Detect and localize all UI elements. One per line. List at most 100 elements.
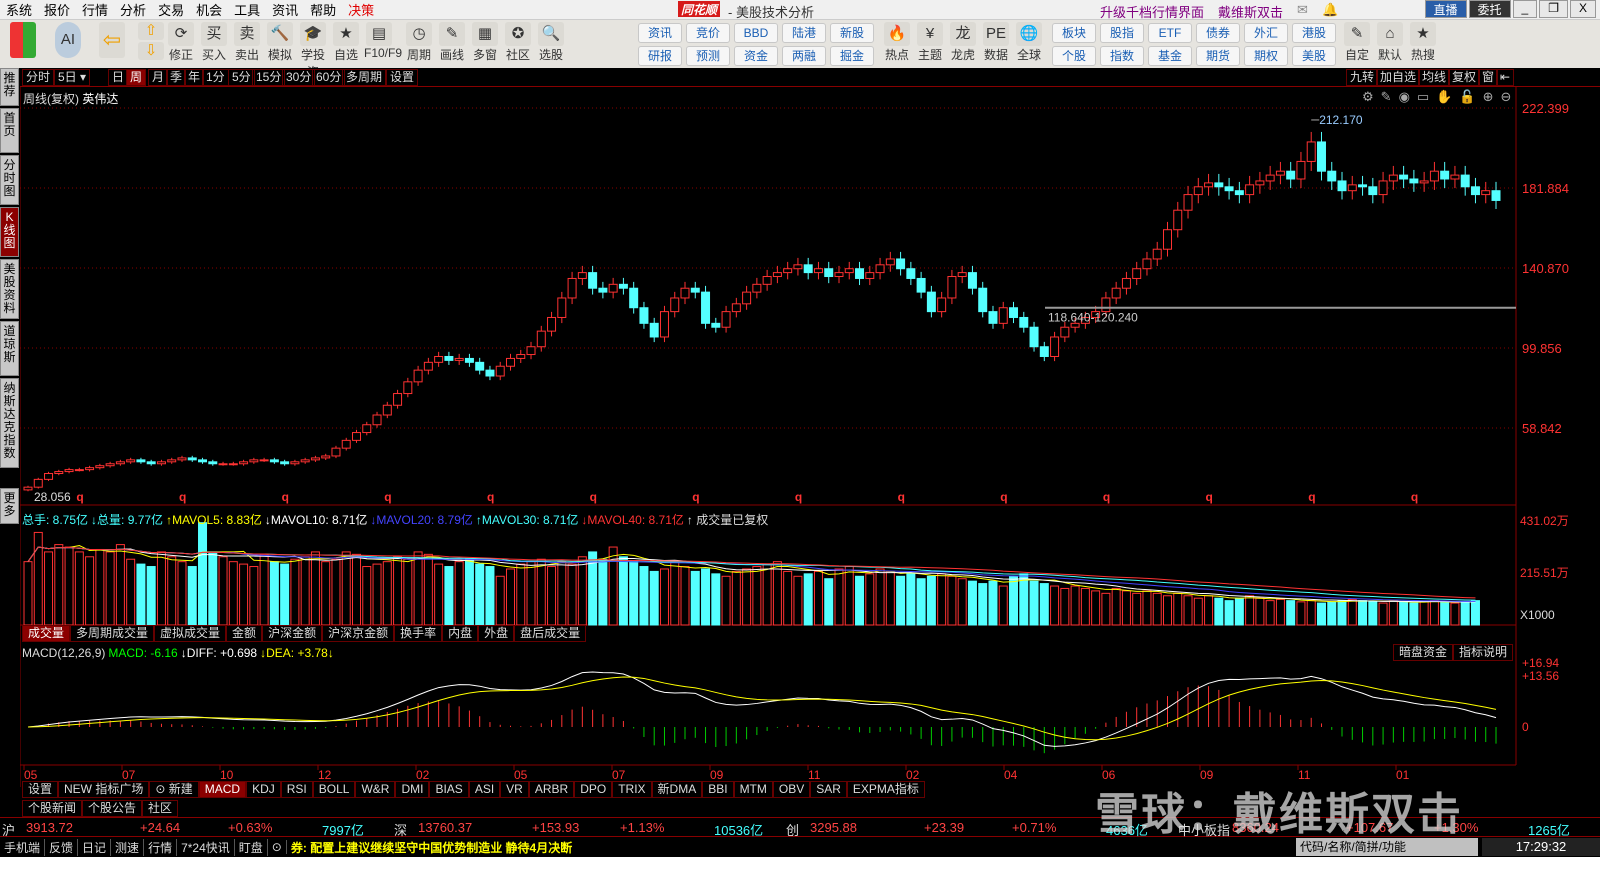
indicator-tab[interactable]: VR [500,781,529,798]
indicator-tab[interactable]: ⊙ 新建 [149,781,199,798]
pen-icon[interactable]: ✎ [1381,89,1399,104]
entrust-button[interactable]: 委托 [1468,0,1511,18]
toolbar-button[interactable]: ¥ 主题 [915,22,945,66]
indicator-tab[interactable]: BOLL [312,781,356,798]
status-item[interactable]: 日记 [78,838,112,856]
volume-tab[interactable]: 沪深京金额 [322,625,395,642]
volume-tab[interactable]: 虚拟成交量 [154,625,227,642]
toolbar-link[interactable]: 预测 [686,46,730,66]
menu-item[interactable]: 资讯 [266,0,304,19]
volume-tab[interactable]: 沪深金额 [262,625,323,642]
period-tab[interactable]: 30分 [282,69,316,86]
indicator-help-button[interactable]: 指标说明 [1453,644,1514,661]
ai-button[interactable]: AI [50,22,86,66]
toolbar-link[interactable]: 期货 [1196,46,1240,66]
toolbar-button[interactable]: ◷ 周期 [404,22,434,66]
period-tab[interactable]: 年 [184,69,205,86]
minimize-button[interactable]: _ [1512,0,1538,18]
toolbar-link[interactable]: BBD [734,23,778,43]
status-item[interactable]: 盯盘 [235,838,268,856]
status-item[interactable]: 手机端 [0,838,46,856]
volume-tab[interactable]: 多周期成交量 [70,625,155,642]
toolbar-button[interactable]: 卖卖出 [232,22,262,66]
news-ticker[interactable]: 券: 配置上建议继续坚守中国优势制造业 静待4月决断 [291,839,572,856]
toolbar-button[interactable]: ✪ 社区 [503,22,533,66]
menu-item[interactable]: 交易 [152,0,190,19]
zoom-in-icon[interactable]: ⊕ [1483,89,1501,104]
status-item[interactable]: 测速 [111,838,145,856]
right-tab[interactable]: ⇤ [1496,69,1515,86]
period-tab[interactable]: 多周期 [342,69,387,86]
indicator-tab[interactable]: ASI [468,781,501,798]
indicator-tab[interactable]: ARBR [528,781,575,798]
toolbar-link[interactable]: 债券 [1196,23,1240,43]
period-tab[interactable]: 分时 [22,69,55,86]
period-tab[interactable]: 月 [148,69,169,86]
back-button[interactable]: ⇦ [94,22,130,66]
status-item[interactable]: 行情 [144,838,178,856]
hand-icon[interactable]: ✋ [1436,89,1459,104]
toolbar-link[interactable]: 竞价 [686,23,730,43]
sidebar-tab[interactable]: K线图 [0,207,19,257]
indicator-tab[interactable]: 新DMA [651,781,703,798]
toolbar-link[interactable]: 外汇 [1244,23,1288,43]
toolbar-link[interactable]: ETF [1148,23,1192,43]
toolbar-link[interactable]: 两融 [782,46,826,66]
toolbar-link[interactable]: 指数 [1100,46,1144,66]
toolbar-button[interactable]: 🌐 全球 [1014,22,1044,66]
toolbar-button[interactable]: ⟳ 修正 [166,22,196,66]
indicator-tab[interactable]: KDJ [246,781,281,798]
volume-tab[interactable]: 内盘 [442,625,479,642]
indicator-tab[interactable]: W&R [355,781,396,798]
status-item[interactable]: 7*24快讯 [177,838,235,856]
period-tab[interactable]: 60分 [312,69,346,86]
toolbar-link[interactable]: 港股 [1292,23,1336,43]
indicator-tab[interactable]: DMI [395,781,430,798]
toolbar-button[interactable]: 🔥 热点 [882,22,912,66]
period-tab[interactable]: 1分 [202,69,229,86]
toolbar-button[interactable]: ✎ 自定 [1342,22,1372,66]
toolbar-button[interactable]: ⌂ 默认 [1375,22,1405,66]
restore-button[interactable]: ❐ [1539,0,1568,18]
menu-item[interactable]: 决策 [342,0,380,19]
sidebar-tab[interactable]: 推荐 [0,68,19,106]
toolbar-button[interactable]: ▦ 多窗 [470,22,500,66]
news-tab[interactable]: 社区 [142,800,179,817]
period-tab[interactable]: 15分 [252,69,286,86]
period-tab[interactable]: 季 [166,69,187,86]
sidebar-tab[interactable]: 纳斯达克指数 [0,378,19,468]
indicator-tab[interactable]: OBV [772,781,811,798]
kline-chart[interactable]: 222.399 181.884 140.870 99.856 58.842 q q q q q q q… [19,87,1600,837]
toolbar-link[interactable]: 美股 [1292,46,1336,66]
right-tab[interactable]: 均线 [1418,69,1451,86]
menu-item[interactable]: 分析 [114,0,152,19]
indicator-tab[interactable]: DPO [574,781,613,798]
indicator-tab[interactable]: RSI [280,781,313,798]
zoom-out-icon[interactable]: ⊖ [1500,89,1518,104]
toolbar-link[interactable]: 陆港 [782,23,826,43]
indicator-tab[interactable]: SAR [810,781,847,798]
settings-icon[interactable]: ⚙ [1362,89,1381,104]
period-tab[interactable]: 周 [126,69,147,86]
right-tab[interactable]: 加自选 [1376,69,1421,86]
news-tab[interactable]: 个股新闻 [22,800,83,817]
toolbar-link[interactable]: 掘金 [830,46,874,66]
toolbar-link[interactable]: 研报 [638,46,682,66]
toolbar-button[interactable]: PE 数据 [981,22,1011,66]
toolbar-link[interactable]: 基金 [1148,46,1192,66]
menu-item[interactable]: 报价 [38,0,76,19]
toolbar-link[interactable]: 板块 [1052,23,1096,43]
toolbar-link[interactable]: 股指 [1100,23,1144,43]
indicator-tab[interactable]: NEW 指标广场 [58,781,150,798]
volume-tab[interactable]: 金额 [226,625,263,642]
menu-item[interactable]: 帮助 [304,0,342,19]
toolbar-link[interactable]: 个股 [1052,46,1096,66]
toolbar-button[interactable]: ★ 热搜 [1408,22,1438,66]
menu-item[interactable]: 行情 [76,0,114,19]
toolbar-button[interactable]: 🎓学投资 [298,22,328,79]
live-button[interactable]: 直播 [1424,0,1467,18]
lock-icon[interactable]: 🔓 [1459,89,1482,104]
toolbar-button[interactable]: 🔨 模拟 [265,22,295,66]
toolbar-link[interactable]: 期权 [1244,46,1288,66]
menu-item[interactable]: 机会 [190,0,228,19]
